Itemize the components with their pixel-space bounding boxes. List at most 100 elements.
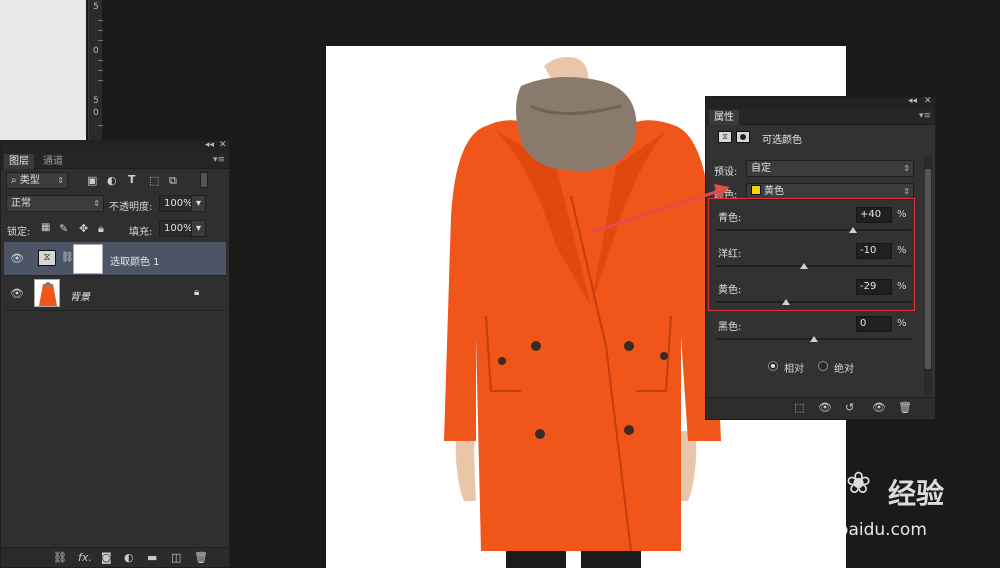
preset-label: 预设:	[714, 167, 738, 178]
layers-panel: ◂◂ ✕ 图层 通道 ▾≡ ⌕ 类型 ⇕ ▣ ◐ T ⬚ ⧉ 正常 ⇕ 不透明度…	[0, 140, 230, 568]
shape-filter-icon[interactable]: ⬚	[149, 174, 159, 187]
tab-channels[interactable]: 通道	[38, 154, 68, 169]
slider-value-black[interactable]: 0	[856, 316, 892, 332]
lock-transparent-icon[interactable]: ▦	[41, 222, 50, 233]
clip-to-layer-icon[interactable]: ⬚	[794, 401, 804, 414]
view-previous-icon[interactable]: 👁︎	[818, 401, 832, 414]
search-icon: ⌕	[11, 175, 20, 186]
vertical-ruler: 5 0 5 0	[88, 0, 103, 140]
updown-icon: ⇕	[93, 199, 100, 208]
eye-icon[interactable]: 👁︎	[10, 252, 24, 265]
adjustment-filter-icon[interactable]: ◐	[107, 174, 117, 187]
opacity-dropdown-button[interactable]: ▾	[191, 195, 206, 212]
folder-icon[interactable]: ▬	[147, 551, 157, 564]
scrollbar[interactable]	[924, 155, 932, 395]
link-icon[interactable]: ⛓︎	[53, 551, 67, 564]
reset-icon[interactable]: ↺	[845, 401, 854, 414]
yellow-slider-thumb[interactable]	[782, 299, 791, 305]
slider-label-magenta: 洋红:	[718, 249, 742, 260]
close-icon[interactable]: ✕	[219, 140, 227, 150]
ruler-label: 0	[93, 108, 99, 118]
opacity-label: 不透明度:	[109, 202, 153, 213]
tab-properties[interactable]: 属性	[709, 110, 739, 125]
adjustment-layer-icon: ⧖	[718, 131, 732, 143]
ruler-label: 5	[93, 2, 99, 12]
chevron-down-icon: ▾	[195, 223, 202, 234]
updown-icon: ⇕	[57, 176, 64, 185]
layer-row-background[interactable]: 👁︎ 背景 🔒︎	[4, 277, 226, 311]
updown-icon: ⇕	[903, 164, 910, 173]
adjustment-icon[interactable]: ◐	[124, 551, 134, 564]
updown-icon: ⇕	[903, 187, 910, 196]
blend-mode-dropdown[interactable]: 正常 ⇕	[6, 195, 104, 212]
layer-row-selective-color[interactable]: 👁︎ ⧖ ⛓︎ 选取颜色 1	[4, 242, 226, 276]
magenta-slider-thumb[interactable]	[799, 263, 808, 269]
lock-all-icon[interactable]: 🔒︎	[98, 222, 104, 236]
lock-move-icon[interactable]: ✥	[79, 222, 88, 235]
percent-label: %	[897, 318, 907, 329]
colors-value: 黄色	[764, 186, 784, 197]
watermark-brand-cn: 经验	[888, 477, 945, 510]
black-slider-thumb[interactable]	[809, 336, 818, 342]
close-icon[interactable]: ✕	[924, 96, 932, 106]
slider-value-yellow[interactable]: -29	[856, 279, 892, 295]
filter-toggle[interactable]	[200, 172, 208, 188]
method-absolute-radio[interactable]	[818, 361, 828, 371]
layer-name[interactable]: 背景	[70, 288, 90, 303]
filter-label: 类型	[19, 175, 40, 186]
slider-value-cyan[interactable]: +40	[856, 207, 892, 223]
cyan-slider-thumb[interactable]	[848, 227, 857, 233]
percent-label: %	[897, 281, 907, 292]
navigator-thumbnail	[0, 0, 86, 140]
method-relative-label: 相对	[784, 364, 804, 375]
paw-icon: ❀	[846, 466, 872, 501]
method-relative-radio[interactable]	[768, 361, 778, 371]
filter-dropdown[interactable]: ⌕ 类型 ⇕	[6, 172, 68, 189]
ruler-label: 0	[93, 46, 99, 56]
layers-bottom-bar: ⛓︎ fx. ◙ ◐ ▬ ◫ 🗑︎	[1, 547, 229, 567]
new-layer-icon[interactable]: ◫	[171, 551, 181, 564]
opacity-value: 100%	[164, 198, 193, 209]
colors-label: 颜色:	[714, 190, 738, 201]
trash-icon[interactable]: 🗑︎	[194, 551, 208, 564]
layer-thumbnail[interactable]	[34, 279, 60, 307]
ruler-label: 5	[93, 96, 99, 106]
tab-layers[interactable]: 图层	[4, 154, 34, 169]
collapse-icon[interactable]: ◂◂	[908, 96, 917, 106]
panel-tabs: 属性 ▾≡	[706, 109, 935, 125]
mask-icon[interactable]	[736, 131, 750, 143]
smart-object-filter-icon[interactable]: ⧉	[169, 174, 177, 188]
percent-label: %	[897, 209, 907, 220]
type-filter-icon[interactable]: T	[128, 173, 136, 186]
collapse-icon[interactable]: ◂◂	[205, 140, 214, 150]
chevron-down-icon: ▾	[195, 198, 202, 209]
preset-value: 自定	[751, 163, 771, 174]
layer-mask-thumbnail[interactable]	[73, 244, 103, 274]
adjustment-layer-icon: ⧖	[38, 250, 56, 266]
slider-value-magenta[interactable]: -10	[856, 243, 892, 259]
panel-tabs: 图层 通道 ▾≡	[1, 153, 229, 169]
magenta-slider-track[interactable]	[716, 265, 911, 267]
fill-dropdown-button[interactable]: ▾	[191, 220, 206, 237]
cyan-slider-track[interactable]	[716, 229, 911, 231]
scrollbar-thumb[interactable]	[925, 169, 931, 369]
watermark-brand: Bai	[766, 466, 826, 507]
mask-icon[interactable]: ◙	[101, 551, 112, 564]
yellow-slider-track[interactable]	[716, 301, 911, 303]
slider-label-black: 黑色:	[718, 322, 742, 333]
color-swatch	[751, 185, 761, 195]
properties-bottom-bar: ⬚ 👁︎ ↺ 👁︎ 🗑︎	[706, 397, 935, 419]
fx-icon[interactable]: fx.	[78, 551, 92, 564]
trash-icon[interactable]: 🗑︎	[898, 401, 912, 414]
colors-dropdown[interactable]: 黄色 ⇕	[746, 183, 914, 200]
panel-menu-icon[interactable]: ▾≡	[919, 111, 931, 121]
lock-paint-icon[interactable]: ✎	[59, 222, 68, 235]
preset-dropdown[interactable]: 自定 ⇕	[746, 160, 914, 177]
chain-link-icon[interactable]: ⛓︎	[61, 252, 74, 263]
fill-label: 填充:	[129, 227, 153, 238]
layer-name[interactable]: 选取颜色 1	[110, 253, 160, 268]
image-filter-icon[interactable]: ▣	[87, 174, 97, 187]
panel-menu-icon[interactable]: ▾≡	[213, 155, 225, 165]
visibility-icon[interactable]: 👁︎	[872, 401, 886, 414]
eye-icon[interactable]: 👁︎	[10, 287, 24, 300]
